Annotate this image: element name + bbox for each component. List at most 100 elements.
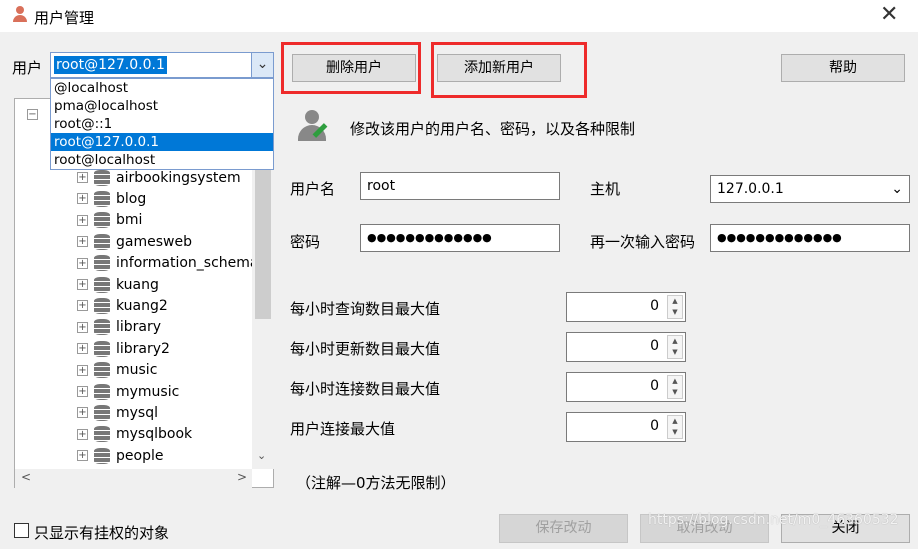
expand-icon[interactable]: + — [77, 321, 88, 333]
database-icon — [94, 340, 110, 357]
user-icon — [12, 6, 28, 22]
show-privileged-checkbox[interactable] — [14, 523, 29, 538]
database-icon — [94, 169, 110, 186]
scroll-right-icon[interactable]: > — [237, 470, 247, 484]
expand-icon[interactable]: + — [77, 279, 88, 290]
confirm-password-label: 再一次输入密码 — [590, 233, 696, 251]
tree-item[interactable]: + library2 — [77, 338, 170, 359]
limit-label: 用户连接最大值 — [290, 420, 396, 438]
user-option[interactable]: root@::1 — [51, 115, 273, 133]
save-changes-button[interactable]: 保存改动 — [499, 514, 628, 543]
tree-item[interactable]: + mysqlbook — [77, 424, 192, 445]
tree-item-label: bmi — [116, 212, 143, 229]
limit-label: 每小时查询数目最大值 — [290, 300, 441, 318]
user-option[interactable]: pma@localhost — [51, 97, 273, 115]
expand-icon[interactable]: + — [77, 343, 88, 355]
tree-item[interactable]: + airbookingsystem — [77, 167, 241, 188]
user-dropdown: @localhost pma@localhost root@::1 root@1… — [50, 78, 274, 170]
tree-item-label: music — [116, 362, 158, 379]
username-input[interactable]: root — [360, 172, 560, 200]
expand-icon[interactable]: + — [77, 236, 88, 248]
tree-item[interactable]: + gamesweb — [77, 231, 192, 252]
user-label: 用户 — [12, 59, 43, 77]
username-label: 用户名 — [290, 180, 336, 198]
annotation-box — [431, 42, 587, 98]
password-label: 密码 — [290, 233, 321, 251]
tree-item-label: mysql — [116, 404, 158, 421]
database-icon — [94, 297, 110, 314]
limit-value: 0 — [650, 418, 659, 434]
expand-icon[interactable]: + — [77, 386, 88, 397]
help-button[interactable]: 帮助 — [781, 54, 905, 82]
tree-item[interactable]: + information_schema — [77, 253, 259, 274]
expand-icon[interactable]: + — [77, 214, 88, 226]
user-edit-icon — [296, 110, 330, 144]
tree-item-label: kuang — [116, 276, 159, 293]
limit-label: 每小时连接数目最大值 — [290, 380, 441, 398]
spin-arrows-icon[interactable]: ▲ ▼ — [667, 335, 683, 359]
limit-stepper[interactable]: 0 ▲ ▼ — [566, 372, 686, 402]
user-select[interactable]: root@127.0.0.1 ⌄ — [50, 52, 274, 78]
limit-stepper[interactable]: 0 ▲ ▼ — [566, 292, 686, 322]
database-icon — [94, 212, 110, 229]
horizontal-scrollbar[interactable]: < > — [15, 469, 252, 488]
user-select-value: root@127.0.0.1 — [54, 56, 167, 74]
close-icon[interactable]: ✕ — [880, 2, 898, 27]
confirm-password-input[interactable]: ●●●●●●●●●●●●● — [710, 224, 910, 252]
database-icon — [94, 362, 110, 379]
chevron-down-icon[interactable]: ⌄ — [251, 53, 273, 77]
expand-icon[interactable]: + — [77, 407, 88, 419]
database-icon — [94, 447, 110, 464]
tree-item-label: airbookingsystem — [116, 169, 241, 186]
limit-stepper[interactable]: 0 ▲ ▼ — [566, 412, 686, 442]
chevron-down-icon[interactable]: ⌄ — [891, 176, 903, 202]
expand-icon[interactable]: + — [77, 193, 88, 205]
limit-label: 每小时更新数目最大值 — [290, 340, 441, 358]
database-icon — [94, 383, 110, 400]
user-option[interactable]: @localhost — [51, 79, 273, 97]
show-privileged-label: 只显示有挂权的对象 — [34, 524, 170, 542]
tree-item[interactable]: + people — [77, 445, 163, 466]
spin-arrows-icon[interactable]: ▲ ▼ — [667, 295, 683, 319]
expand-icon[interactable]: + — [77, 428, 88, 440]
tree-item[interactable]: + blog — [77, 188, 146, 209]
tree-item-label: gamesweb — [116, 233, 192, 250]
tree-item[interactable]: + mymusic — [77, 381, 179, 402]
database-icon — [94, 255, 110, 272]
password-input[interactable]: ●●●●●●●●●●●●● — [360, 224, 560, 252]
tree-item-label: library2 — [116, 340, 170, 357]
database-icon — [94, 404, 110, 421]
tree-item-label: kuang2 — [116, 297, 168, 314]
watermark: https://blog.csdn.net/m0_46360532 — [648, 512, 899, 528]
database-icon — [94, 233, 110, 250]
collapse-icon[interactable]: − — [27, 109, 38, 120]
tree-item[interactable]: + library — [77, 317, 161, 338]
spin-arrows-icon[interactable]: ▲ ▼ — [667, 375, 683, 399]
tree-item-label: library — [116, 319, 162, 336]
annotation-box — [281, 42, 421, 94]
limit-stepper[interactable]: 0 ▲ ▼ — [566, 332, 686, 362]
limit-value: 0 — [650, 378, 659, 394]
tree-item[interactable]: + mysql — [77, 402, 158, 423]
expand-icon[interactable]: + — [77, 450, 88, 462]
database-icon — [94, 190, 110, 207]
scroll-down-icon[interactable]: ⌄ — [257, 449, 266, 462]
expand-icon[interactable]: + — [77, 172, 88, 183]
database-icon — [94, 426, 110, 443]
tree-item-label: people — [116, 447, 164, 464]
title-bar — [0, 0, 918, 32]
expand-icon[interactable]: + — [77, 257, 88, 269]
user-option[interactable]: root@127.0.0.1 — [51, 133, 273, 151]
tree-item[interactable]: + kuang — [77, 274, 159, 295]
scroll-left-icon[interactable]: < — [21, 470, 31, 484]
expand-icon[interactable]: + — [77, 300, 88, 312]
host-select[interactable]: 127.0.0.1 ⌄ — [710, 175, 910, 203]
spin-arrows-icon[interactable]: ▲ ▼ — [667, 415, 683, 439]
expand-icon[interactable]: + — [77, 364, 88, 376]
user-option[interactable]: root@localhost — [51, 151, 273, 169]
tree-item[interactable]: + bmi — [77, 210, 142, 231]
window-title: 用户管理 — [34, 9, 95, 27]
tree-item[interactable]: + kuang2 — [77, 295, 168, 316]
limit-value: 0 — [650, 338, 659, 354]
tree-item[interactable]: + music — [77, 360, 157, 381]
